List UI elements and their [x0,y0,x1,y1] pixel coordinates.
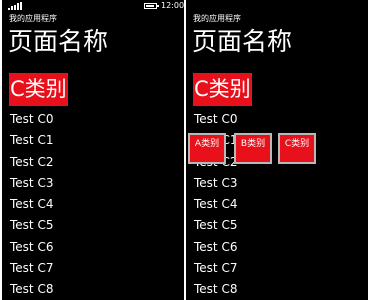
list-item[interactable]: Test C4 [194,194,237,215]
list-item[interactable]: Test C5 [10,215,53,236]
category-b-button[interactable]: B类别 [234,133,272,164]
page-title: 页面名称 [192,27,293,56]
item-list: Test C0 Test C1 Test C2 Test C3 Test C4 … [10,109,53,300]
status-clock: 12:00 [161,1,184,10]
category-header-button[interactable]: C类别 [9,73,68,106]
list-item[interactable]: Test C4 [10,194,53,215]
app-title: 我的应用程序 [9,14,57,23]
list-item[interactable]: Test C0 [194,109,237,130]
list-item[interactable]: Test C6 [10,237,53,258]
category-header-button[interactable]: C类别 [193,73,252,106]
page-title: 页面名称 [8,27,109,56]
list-item[interactable]: Test C0 [10,109,53,130]
battery-level-fill [146,5,154,7]
category-a-button[interactable]: A类别 [188,133,226,164]
list-item[interactable]: Test C6 [194,237,237,258]
signal-strength-icon [8,2,22,10]
list-item[interactable]: Test C7 [194,258,237,279]
list-item[interactable]: Test C2 [10,152,53,173]
phone-screen-right: 我的应用程序 页面名称 C类别 Test C0 Test C1 Test C2 … [186,0,368,300]
list-item[interactable]: Test C8 [10,279,53,300]
list-item[interactable]: Test C3 [10,173,53,194]
battery-icon [144,3,159,9]
phone-screen-left: 12:00 我的应用程序 页面名称 C类别 Test C0 Test C1 Te… [2,0,184,300]
category-picker: A类别 B类别 C类别 [188,133,322,164]
list-item[interactable]: Test C3 [194,173,237,194]
app-title: 我的应用程序 [193,14,241,23]
status-bar: 12:00 [2,0,184,12]
list-item[interactable]: Test C1 [10,130,53,151]
list-item[interactable]: Test C7 [10,258,53,279]
category-c-button[interactable]: C类别 [278,133,316,164]
list-item[interactable]: Test C8 [194,279,237,300]
list-item[interactable]: Test C5 [194,215,237,236]
